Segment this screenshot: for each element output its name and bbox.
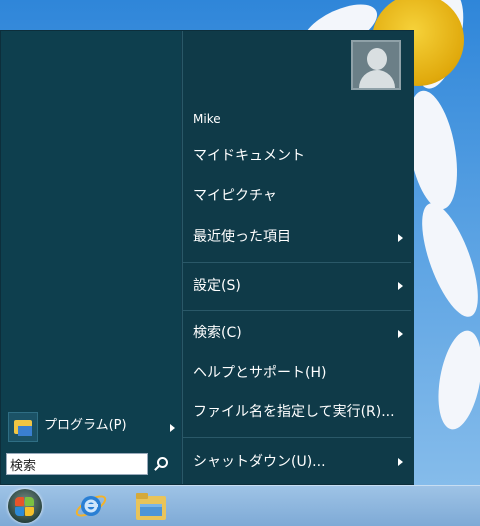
submenu-arrow-icon: [398, 330, 403, 338]
flower-petal: [431, 327, 480, 433]
start-orb-icon: [8, 489, 42, 523]
internet-explorer-icon[interactable]: [74, 488, 108, 522]
submenu-arrow-icon: [398, 458, 403, 466]
menu-item-run[interactable]: ファイル名を指定して実行(R)...: [193, 400, 395, 424]
menu-item-shutdown[interactable]: シャットダウン(U)...: [193, 450, 326, 474]
search-button[interactable]: [150, 453, 174, 475]
start-button[interactable]: [2, 488, 46, 524]
flower-petal: [410, 196, 480, 324]
avatar-head: [367, 48, 387, 70]
menu-separator: [183, 437, 411, 438]
menu-item-recent-items[interactable]: 最近使った項目: [193, 225, 291, 249]
avatar-body: [359, 70, 395, 88]
start-search-input[interactable]: [6, 453, 148, 475]
programs-folder-icon: [8, 412, 38, 442]
menu-item-search[interactable]: 検索(C): [193, 321, 242, 345]
submenu-arrow-icon: [398, 282, 403, 290]
file-explorer-icon[interactable]: [134, 490, 168, 522]
menu-separator: [183, 310, 411, 311]
submenu-arrow-icon: [170, 424, 175, 432]
all-programs-label: プログラム(P): [44, 418, 127, 433]
user-name[interactable]: Mike: [193, 107, 221, 131]
menu-item-settings[interactable]: 設定(S): [193, 274, 241, 298]
menu-separator: [183, 262, 411, 263]
menu-item-help-support[interactable]: ヘルプとサポート(H): [193, 361, 326, 385]
user-avatar[interactable]: [351, 40, 401, 90]
taskbar: [0, 485, 480, 526]
menu-item-my-documents[interactable]: マイドキュメント: [193, 144, 305, 168]
menu-item-my-pictures[interactable]: マイピクチャ: [193, 184, 277, 208]
all-programs-button[interactable]: プログラム(P): [4, 410, 180, 442]
submenu-arrow-icon: [398, 234, 403, 242]
